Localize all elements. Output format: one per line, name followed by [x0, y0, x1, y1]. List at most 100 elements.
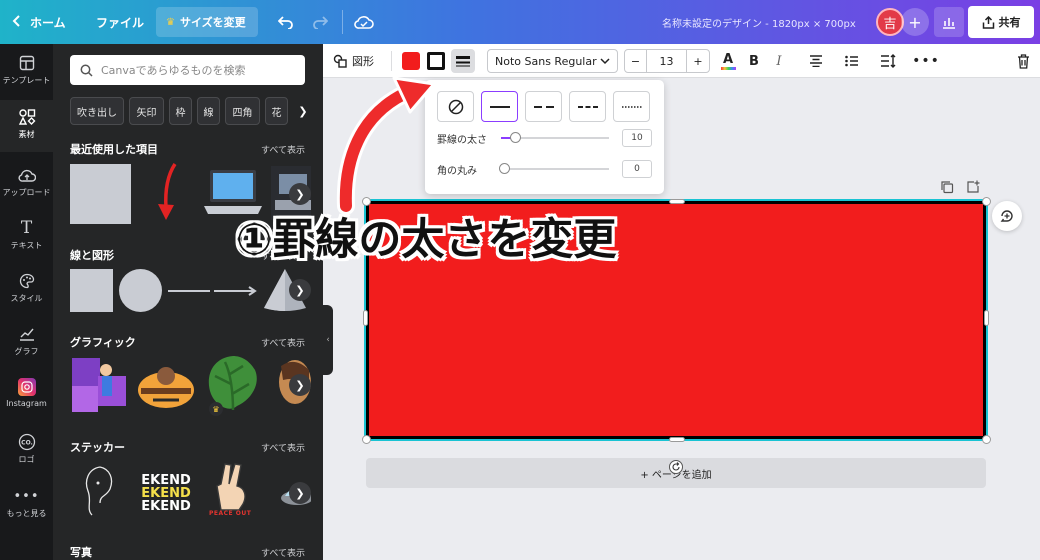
delete-button[interactable]	[1013, 44, 1033, 78]
list-button[interactable]	[841, 44, 863, 78]
undo-button[interactable]	[278, 0, 294, 44]
border-width-slider-knob[interactable]	[509, 132, 521, 143]
see-all-stickers[interactable]: すべて表示	[261, 441, 305, 454]
rail-item-instagram[interactable]: Instagram	[0, 378, 53, 408]
border-short-dash-button[interactable]	[569, 91, 606, 122]
see-all-photos[interactable]: すべて表示	[261, 546, 305, 559]
stickers-scroll-right[interactable]: ❯	[289, 482, 311, 504]
border-dotted-button[interactable]	[613, 91, 650, 122]
corner-radius-slider-knob[interactable]	[499, 163, 510, 174]
sticker-peace-item[interactable]: PEACE OUT	[205, 460, 261, 524]
chevron-left-icon	[12, 14, 22, 30]
chip-line[interactable]: 線	[197, 97, 220, 125]
panel-collapse-handle[interactable]: ‹	[323, 305, 333, 375]
rail-item-styles[interactable]: スタイル	[0, 272, 53, 304]
font-size-increase-button[interactable]: +	[687, 50, 709, 72]
shapes-scroll-right[interactable]: ❯	[289, 279, 311, 301]
border-dashed-button[interactable]	[525, 91, 562, 122]
resize-handle-top-right[interactable]	[982, 197, 991, 206]
chip-arrow[interactable]: 矢印	[129, 97, 164, 125]
add-page-icon	[967, 180, 980, 193]
add-collaborator-button[interactable]: +	[901, 8, 929, 36]
logo-icon: CO.	[18, 433, 36, 451]
border-width-value[interactable]: 10	[622, 129, 652, 147]
corner-radius-value[interactable]: 0	[622, 160, 652, 178]
avatar[interactable]: 吉	[876, 8, 904, 36]
see-all-recent[interactable]: すべて表示	[261, 143, 305, 156]
cloud-save-button[interactable]	[354, 0, 374, 44]
search-input[interactable]: Canvaであらゆるものを検索	[70, 55, 305, 85]
text-color-button[interactable]: A	[717, 44, 739, 78]
rail-item-charts[interactable]: グラフ	[0, 325, 53, 357]
font-family-select[interactable]: Noto Sans Regular	[487, 49, 618, 73]
spacing-button[interactable]	[877, 44, 899, 78]
more-icon: •••	[13, 488, 40, 504]
rail-item-text[interactable]: T テキスト	[0, 218, 53, 251]
italic-button[interactable]: I	[769, 44, 789, 78]
shape-label: 図形	[352, 55, 374, 68]
rotate-comment-icon	[1000, 210, 1013, 222]
shape-line[interactable]	[168, 290, 210, 292]
recent-scroll-right[interactable]: ❯	[289, 183, 311, 205]
more-options-button[interactable]: •••	[912, 44, 939, 78]
chip-flower[interactable]: 花	[265, 97, 288, 125]
graphics-scroll-right[interactable]: ❯	[289, 374, 311, 396]
border-style-button[interactable]	[451, 49, 475, 73]
home-button[interactable]: ホーム	[12, 0, 66, 44]
font-size-stepper: − 13 +	[624, 49, 710, 73]
resize-button[interactable]: ♛ サイズを変更	[156, 7, 258, 37]
rail-item-more[interactable]: ••• もっと見る	[0, 487, 53, 519]
border-weight-icon	[456, 56, 470, 67]
rail-item-uploads[interactable]: アップロード	[0, 166, 53, 198]
insights-button[interactable]	[934, 7, 964, 37]
border-none-button[interactable]	[437, 91, 474, 122]
align-button[interactable]	[805, 44, 827, 78]
section-title-shapes: 線と図形	[70, 249, 114, 262]
resize-handle-right[interactable]	[984, 310, 989, 326]
rail-item-logo[interactable]: CO. ロゴ	[0, 433, 53, 465]
resize-handle-bottom-right[interactable]	[982, 435, 991, 444]
resize-handle-left[interactable]	[363, 310, 368, 326]
document-title[interactable]: 名称未設定のデザイン - 1820px × 700px	[662, 0, 856, 44]
shape-arrow-line[interactable]	[214, 284, 258, 298]
font-size-input[interactable]: 13	[647, 50, 687, 72]
resize-handle-bottom-left[interactable]	[362, 435, 371, 444]
rotate-handle[interactable]	[669, 460, 683, 474]
chip-square[interactable]: 四角	[225, 97, 260, 125]
share-button[interactable]: 共有	[968, 6, 1034, 38]
file-menu[interactable]: ファイル	[96, 0, 144, 44]
top-bar: ホーム ファイル ♛ サイズを変更 名称未設定のデザイン - 1820px × …	[0, 0, 1040, 44]
rail-item-templates[interactable]: テンプレート	[0, 54, 53, 86]
sticker-line-art-item[interactable]	[70, 461, 130, 521]
fill-color-swatch[interactable]	[402, 52, 420, 70]
add-page-icon-button[interactable]	[966, 180, 980, 194]
see-all-graphics[interactable]: すべて表示	[261, 336, 305, 349]
rail-item-elements[interactable]: 素材	[0, 100, 53, 152]
shape-circle[interactable]	[119, 269, 162, 312]
redo-button[interactable]	[312, 0, 328, 44]
font-size-decrease-button[interactable]: −	[625, 50, 647, 72]
shape-square[interactable]	[70, 269, 113, 312]
chip-scroll-right[interactable]: ❯	[293, 100, 313, 122]
plus-icon: +	[908, 12, 922, 32]
graphic-puzzle-item[interactable]	[70, 356, 130, 416]
comment-button[interactable]	[992, 201, 1022, 231]
border-color-swatch[interactable]	[427, 52, 445, 70]
sticker-weekend-item[interactable]: EKEND EKEND EKEND	[135, 462, 197, 524]
graphic-burger-item[interactable]	[135, 360, 197, 414]
duplicate-page-button[interactable]	[940, 180, 954, 194]
graphic-monstera-item[interactable]: ♛	[203, 354, 263, 416]
chip-speech-bubble[interactable]: 吹き出し	[70, 97, 124, 125]
resize-handle-bottom[interactable]	[669, 437, 685, 442]
bold-button[interactable]: B	[744, 44, 764, 78]
bar-chart-icon	[943, 18, 955, 29]
border-solid-button[interactable]	[481, 91, 518, 122]
recent-square-item[interactable]	[70, 164, 131, 224]
chevron-right-icon: ❯	[295, 378, 305, 392]
rail-label: テンプレート	[2, 76, 51, 85]
chip-frame[interactable]: 枠	[169, 97, 192, 125]
resize-handle-top[interactable]	[669, 199, 685, 204]
corner-radius-slider[interactable]	[501, 168, 609, 170]
recent-arrow-item[interactable]	[145, 162, 195, 224]
rail-label: Instagram	[6, 399, 47, 408]
